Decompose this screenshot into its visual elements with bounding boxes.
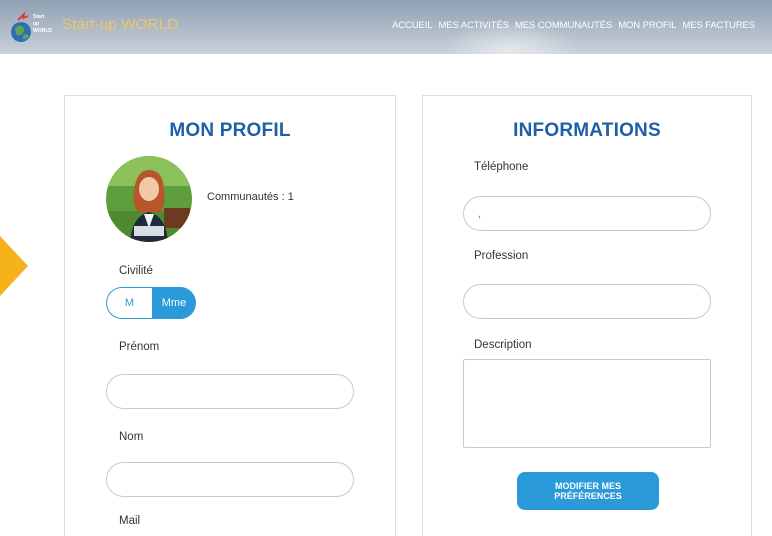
nom-label: Nom [119,431,144,443]
description-label: Description [474,339,532,351]
avatar-photo-icon [106,156,192,242]
nav-mon-profil[interactable]: MON PROFIL [618,20,676,31]
telephone-field[interactable] [463,196,711,231]
mail-label: Mail [119,515,141,527]
avatar[interactable] [106,156,192,242]
main-nav: ACCUEIL MES ACTIVITÉS MES COMMUNAUTÉS MO… [392,20,755,31]
civilite-mme-button[interactable]: Mme [152,287,196,319]
prenom-label: Prénom [119,341,160,353]
globe-logo-icon[interactable]: Start up WORLD [8,10,56,44]
profession-label: Profession [474,250,529,262]
informations-card: INFORMATIONS Téléphone Profession Descri… [422,95,752,536]
profile-card: MON PROFIL Communautés : 1 Civilité M Mm… [64,95,396,536]
logo-line-1: Start [33,14,45,20]
brand-name[interactable]: Start-up WORLD [62,16,178,33]
nav-mes-activites[interactable]: MES ACTIVITÉS [438,20,509,31]
profile-title: MON PROFIL [169,120,291,141]
modifier-preferences-button[interactable]: MODIFIER MES PRÉFÉRENCES [517,472,659,510]
civilite-label: Civilité [119,265,153,277]
informations-title: INFORMATIONS [513,120,661,141]
side-arrow-decoration [0,236,28,296]
telephone-label: Téléphone [474,161,529,173]
nom-field[interactable] [106,462,354,497]
profession-field[interactable] [463,284,711,319]
logo-line-2: up [33,21,39,27]
nav-mes-factures[interactable]: MES FACTURES [682,20,755,31]
top-navbar: Start up WORLD Start-up WORLD ACCUEIL ME… [0,0,772,54]
civilite-m-button[interactable]: M [106,287,152,319]
description-textarea[interactable] [463,359,711,448]
prenom-field[interactable] [106,374,354,409]
nav-accueil[interactable]: ACCUEIL [392,20,433,31]
civilite-toggle: M Mme [106,287,196,319]
logo-line-3: WORLD [33,28,52,34]
communities-count: Communautés : 1 [207,191,294,203]
nav-mes-communautes[interactable]: MES COMMUNAUTÉS [515,20,612,31]
